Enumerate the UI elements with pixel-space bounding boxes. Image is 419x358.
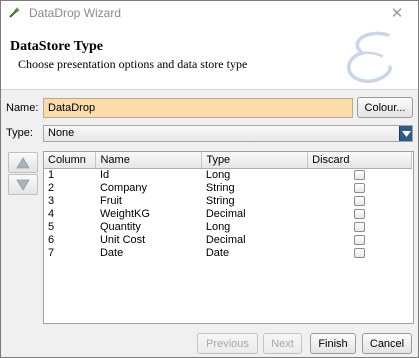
columns-table: Column Name Type Discard 1 Id Long 2 Com… bbox=[43, 151, 414, 324]
cell-name: Fruit bbox=[99, 194, 122, 207]
colour-button[interactable]: Colour... bbox=[357, 97, 413, 118]
cell-type: Decimal bbox=[205, 233, 246, 246]
column-header-name[interactable]: Name bbox=[95, 152, 203, 169]
cell-type: String bbox=[205, 194, 235, 207]
cell-type: Decimal bbox=[205, 207, 246, 220]
triangle-down-icon bbox=[16, 179, 30, 191]
cell-discard bbox=[308, 234, 412, 247]
page-title: DataStore Type bbox=[10, 39, 103, 54]
discard-checkbox[interactable] bbox=[354, 182, 366, 193]
cancel-button[interactable]: Cancel bbox=[362, 333, 412, 354]
move-down-button[interactable] bbox=[8, 174, 38, 195]
table-row[interactable]: 6 Unit Cost Decimal bbox=[44, 234, 412, 247]
cell-column: 3 bbox=[48, 194, 55, 207]
window-title: DataDrop Wizard bbox=[29, 6, 122, 20]
previous-button[interactable]: Previous bbox=[197, 333, 258, 354]
cell-column: 7 bbox=[48, 246, 55, 259]
name-label: Name: bbox=[6, 102, 39, 114]
table-row[interactable]: 5 Quantity Long bbox=[44, 221, 412, 234]
cell-name: WeightKG bbox=[99, 207, 150, 220]
type-dropdown[interactable]: None bbox=[43, 125, 413, 142]
cell-discard bbox=[308, 221, 412, 234]
title-bar: DataDrop Wizard ✕ bbox=[1, 1, 418, 25]
cell-discard bbox=[308, 208, 412, 221]
table-header-row: Column Name Type Discard bbox=[44, 152, 412, 169]
cell-discard bbox=[308, 195, 412, 208]
cell-name: Id bbox=[99, 168, 110, 181]
cell-name: Company bbox=[99, 181, 148, 194]
finish-button[interactable]: Finish bbox=[310, 333, 356, 354]
cell-type: String bbox=[205, 181, 235, 194]
triangle-up-icon bbox=[16, 156, 30, 168]
page-subtitle: Choose presentation options and data sto… bbox=[18, 57, 248, 71]
chevron-down-icon[interactable] bbox=[399, 126, 412, 141]
cell-column: 4 bbox=[48, 207, 55, 220]
wizard-header: DataStore Type Choose presentation optio… bbox=[1, 25, 418, 90]
cell-type: Long bbox=[205, 220, 231, 233]
discard-checkbox[interactable] bbox=[354, 169, 366, 180]
cell-name: Date bbox=[99, 246, 124, 259]
discard-checkbox[interactable] bbox=[354, 234, 366, 245]
cell-column: 1 bbox=[48, 168, 55, 181]
discard-checkbox[interactable] bbox=[354, 208, 366, 219]
cell-name: Quantity bbox=[99, 220, 141, 233]
discard-checkbox[interactable] bbox=[354, 247, 366, 258]
type-selected-value: None bbox=[48, 127, 75, 139]
column-header-column[interactable]: Column bbox=[44, 152, 97, 169]
type-label: Type: bbox=[6, 127, 33, 139]
wizard-app-icon bbox=[8, 6, 22, 20]
column-header-discard[interactable]: Discard bbox=[307, 152, 412, 169]
next-button[interactable]: Next bbox=[263, 333, 302, 354]
cell-discard bbox=[308, 182, 412, 195]
move-up-button[interactable] bbox=[8, 152, 38, 173]
table-row[interactable]: 7 Date Date bbox=[44, 247, 412, 260]
cell-column: 2 bbox=[48, 181, 55, 194]
discard-checkbox[interactable] bbox=[354, 221, 366, 232]
cell-type: Date bbox=[205, 246, 230, 259]
close-button[interactable]: ✕ bbox=[382, 4, 412, 22]
wizard-window: DataDrop Wizard ✕ DataStore Type Choose … bbox=[0, 0, 419, 358]
table-row[interactable]: 4 WeightKG Decimal bbox=[44, 208, 412, 221]
cell-discard bbox=[308, 247, 412, 260]
cell-name: Unit Cost bbox=[99, 233, 146, 246]
column-header-type[interactable]: Type bbox=[201, 152, 309, 169]
discard-checkbox[interactable] bbox=[354, 195, 366, 206]
wizard-logo-icon bbox=[347, 31, 392, 83]
table-row[interactable]: 3 Fruit String bbox=[44, 195, 412, 208]
cell-column: 5 bbox=[48, 220, 55, 233]
cell-discard bbox=[308, 168, 412, 182]
cell-column: 6 bbox=[48, 233, 55, 246]
name-field[interactable]: DataDrop bbox=[43, 98, 353, 118]
table-row[interactable]: 1 Id Long bbox=[44, 168, 412, 182]
table-row[interactable]: 2 Company String bbox=[44, 182, 412, 195]
cell-type: Long bbox=[205, 168, 231, 181]
